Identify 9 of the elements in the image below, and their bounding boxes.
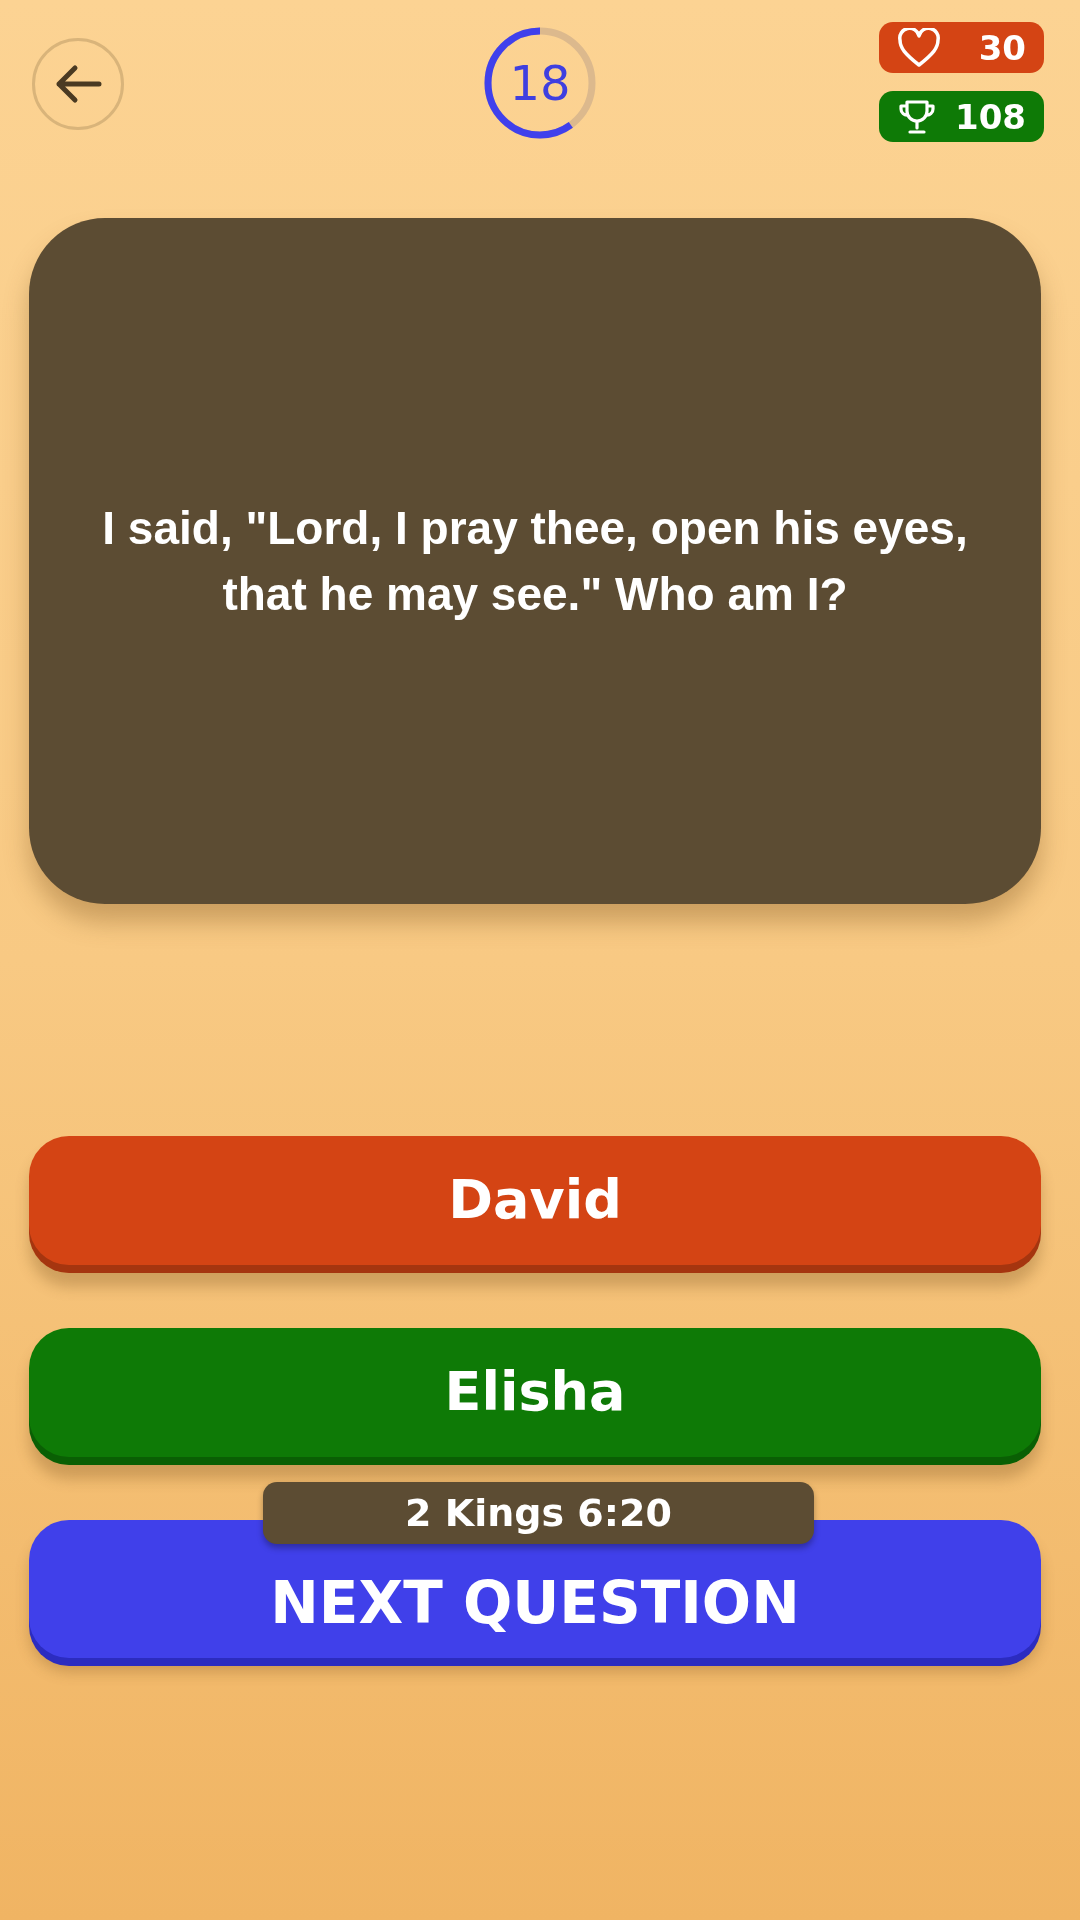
answer-button[interactable]: Elisha [29, 1328, 1041, 1465]
back-button[interactable] [32, 38, 124, 130]
question-text: I said, "Lord, I pray thee, open his eyes, that he may see." Who am I? [101, 501, 969, 622]
lives-count: 30 [978, 27, 1026, 68]
answer-button[interactable]: David [29, 1136, 1041, 1273]
timer-value: 18 [508, 54, 572, 113]
heart-icon [897, 27, 941, 68]
score-count: 108 [955, 96, 1026, 137]
bible-reference: 2 Kings 6:20 [263, 1482, 814, 1544]
